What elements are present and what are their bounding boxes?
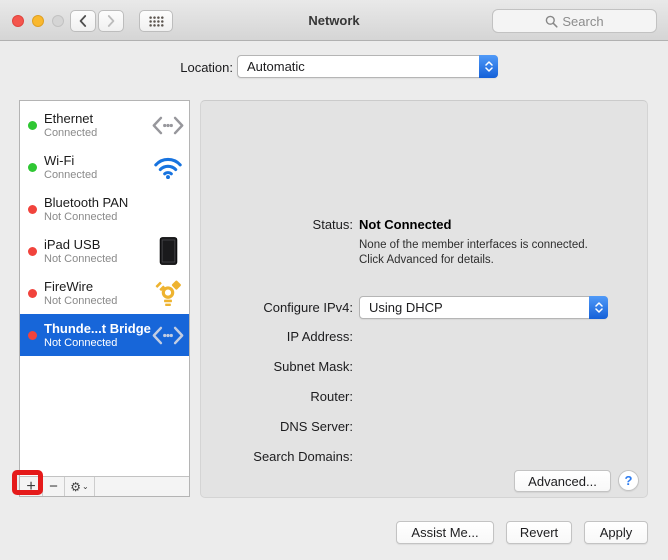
sidebar-item-wi-fi[interactable]: Wi-Fi Connected [20,146,189,188]
add-interface-button[interactable]: + [20,477,43,496]
sidebar-item-thunde-t-bridge[interactable]: Thunde...t Bridge Not Connected [20,314,189,356]
ethernet-icon [149,116,187,135]
sidebar-item-ethernet[interactable]: Ethernet Connected [20,104,189,146]
traffic-lights [12,15,64,27]
sidebar-item-bluetooth-pan[interactable]: Bluetooth PAN Not Connected [20,188,189,230]
search-domains-label: Search Domains: [201,449,353,464]
interface-status: Not Connected [44,211,149,223]
search-icon [545,15,558,28]
network-preferences-window: Network Search Location: Automatic Ether… [0,0,668,560]
chevron-left-icon [79,15,87,27]
interface-name: FireWire [44,279,149,294]
status-dot [28,205,37,214]
ethernet-icon [149,326,187,345]
interface-name: Ethernet [44,111,149,126]
interface-list-items: Ethernet Connected Wi-Fi Connected Bluet… [20,101,189,476]
status-dot [28,289,37,298]
status-dot [28,247,37,256]
search-domains-row: Search Domains: [201,449,353,464]
interface-name: Thunde...t Bridge [44,321,149,336]
interface-actions-button[interactable]: ⚙⌄ [65,477,95,496]
status-row: Status: Not Connected [201,217,451,232]
location-value: Automatic [238,56,497,77]
wifi-icon [149,155,187,180]
interface-status: Not Connected [44,295,149,307]
titlebar: Network Search [0,0,668,41]
help-button[interactable]: ? [618,470,639,491]
ip-address-row: IP Address: [201,329,353,344]
revert-button[interactable]: Revert [506,521,572,544]
router-row: Router: [201,389,353,404]
detail-panel: Status: Not Connected None of the member… [200,100,648,498]
nav-buttons [70,10,124,32]
dropdown-stepper-icon [479,55,498,78]
gear-icon: ⚙ [70,480,81,494]
dropdown-stepper-icon [589,296,608,319]
sidebar-item-ipad-usb[interactable]: iPad USB Not Connected [20,230,189,272]
interface-name: Bluetooth PAN [44,195,149,210]
interface-name: Wi-Fi [44,153,149,168]
firewire-icon [149,279,187,308]
dns-server-label: DNS Server: [201,419,353,434]
dns-server-row: DNS Server: [201,419,353,434]
interface-list-footer: + − ⚙⌄ [20,476,189,496]
ipad-icon [149,237,187,265]
location-dropdown[interactable]: Automatic [237,55,498,78]
subnet-mask-row: Subnet Mask: [201,359,353,374]
status-dot [28,163,37,172]
grid-dots-icon [149,16,164,27]
interface-status: Not Connected [44,337,149,349]
remove-interface-button[interactable]: − [43,477,65,496]
status-dot [28,121,37,130]
interface-status: Not Connected [44,253,149,265]
status-value: Not Connected [359,217,451,232]
minimize-window-button[interactable] [32,15,44,27]
interface-status: Connected [44,127,149,139]
configure-ipv4-label: Configure IPv4: [201,300,353,315]
close-window-button[interactable] [12,15,24,27]
bluetooth-icon [149,194,187,224]
configure-ipv4-dropdown[interactable]: Using DHCP [359,296,608,319]
chevron-right-icon [107,15,115,27]
interface-list: Ethernet Connected Wi-Fi Connected Bluet… [19,100,190,497]
status-help-text: None of the member interfaces is connect… [359,238,588,268]
search-placeholder: Search [562,14,603,29]
forward-button[interactable] [98,10,124,32]
router-label: Router: [201,389,353,404]
advanced-button[interactable]: Advanced... [514,470,611,492]
status-dot [28,331,37,340]
subnet-mask-label: Subnet Mask: [201,359,353,374]
interface-name: iPad USB [44,237,149,252]
configure-ipv4-row: Configure IPv4: Using DHCP [201,296,608,319]
configure-ipv4-value: Using DHCP [360,297,607,318]
chevron-down-icon: ⌄ [82,482,89,491]
back-button[interactable] [70,10,96,32]
sidebar-item-firewire[interactable]: FireWire Not Connected [20,272,189,314]
location-label: Location: [0,60,233,75]
search-input[interactable]: Search [492,9,657,33]
assist-me-button[interactable]: Assist Me... [396,521,494,544]
show-all-button[interactable] [139,10,173,32]
zoom-window-button [52,15,64,27]
status-label: Status: [201,217,353,232]
interface-status: Connected [44,169,149,181]
apply-button[interactable]: Apply [584,521,648,544]
ip-address-label: IP Address: [201,329,353,344]
